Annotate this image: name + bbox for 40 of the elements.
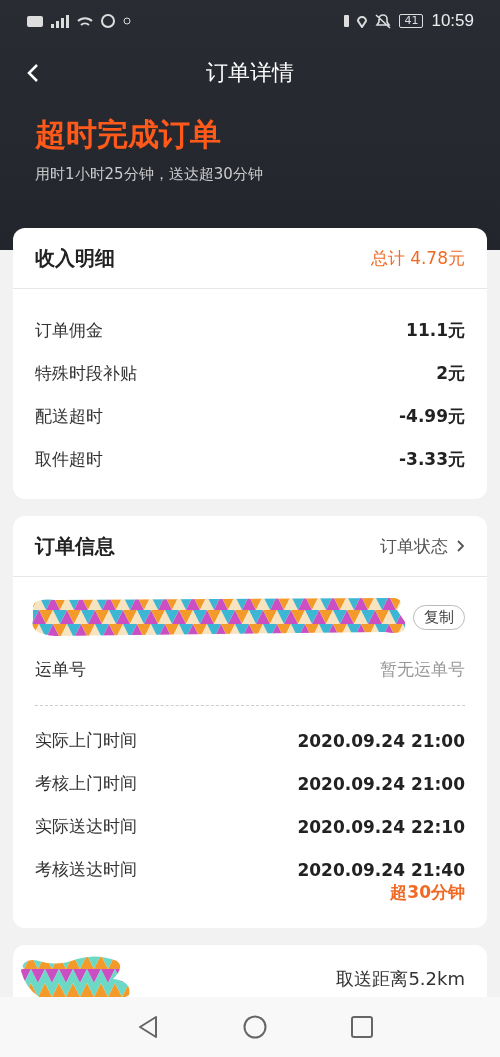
income-label: 取件超时 — [35, 448, 103, 471]
income-amount: 2元 — [436, 362, 465, 385]
order-status-title: 超时完成订单 — [35, 115, 222, 154]
time-value: 2020.09.24 21:00 — [297, 773, 465, 794]
order-status-subtitle: 用时1小时25分钟，送达超30分钟 — [35, 165, 264, 184]
time-value: 2020.09.24 21:00 — [297, 730, 465, 751]
chevron-icon — [456, 539, 465, 553]
time-label: 考核送达时间 — [35, 858, 137, 881]
wifi-icon — [77, 16, 93, 26]
distance-text: 取送距离5.2km — [336, 967, 465, 991]
clock-time: 10:59 — [431, 11, 474, 31]
time-value: 2020.09.24 21:40 — [297, 859, 465, 880]
copy-button[interactable]: 复制 — [413, 604, 465, 630]
income-total: 总计 4.78元 — [370, 246, 465, 270]
income-label: 订单佣金 — [35, 319, 103, 342]
alarm-icon — [101, 14, 115, 28]
home-icon[interactable] — [243, 1015, 267, 1039]
battery-indicator: 41 — [399, 14, 424, 28]
recents-icon[interactable] — [351, 1016, 373, 1038]
waybill-label: 运单号 — [35, 657, 86, 681]
location-icon — [357, 14, 368, 28]
section-title: 订单信息 — [35, 532, 115, 560]
section-title: 收入明细 — [35, 244, 115, 272]
battery-small-icon — [344, 15, 350, 27]
signal-icon — [51, 14, 69, 28]
waybill-value: 暂无运单号 — [380, 657, 465, 681]
overtime-note: 超30分钟 — [390, 881, 465, 904]
order-status-link[interactable]: 订单状态 — [380, 534, 465, 558]
time-value: 2020.09.24 22:10 — [297, 816, 465, 837]
income-amount: -3.33元 — [399, 448, 465, 471]
bell-muted-icon — [375, 13, 392, 29]
income-amount: -4.99元 — [399, 405, 465, 428]
time-label: 考核上门时间 — [35, 772, 137, 795]
income-amount: 11.1元 — [406, 319, 465, 342]
time-label: 实际送达时间 — [35, 815, 137, 838]
time-label: 实际上门时间 — [35, 729, 137, 752]
income-label: 特殊时段补贴 — [35, 362, 137, 385]
income-label: 配送超时 — [35, 405, 103, 428]
back-icon[interactable] — [26, 63, 40, 83]
page-title: 订单详情 — [206, 59, 294, 87]
